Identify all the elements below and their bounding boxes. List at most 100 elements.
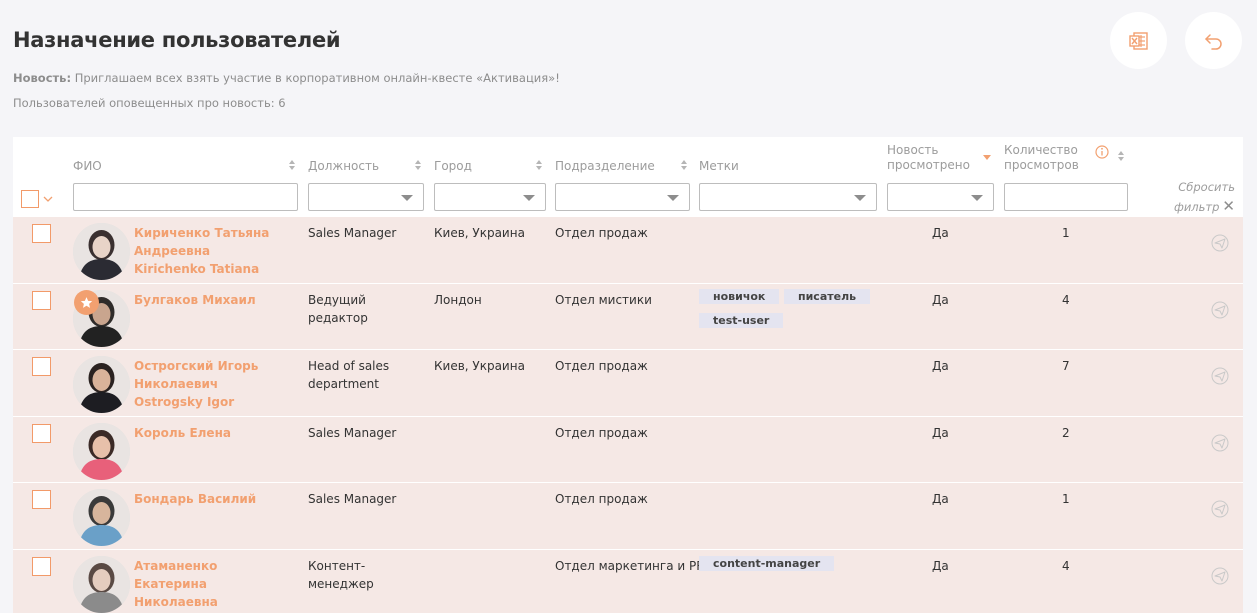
avatar[interactable] — [73, 556, 130, 613]
send-notification-icon[interactable] — [1210, 566, 1230, 586]
column-header-position[interactable]: Должность — [308, 159, 379, 174]
news-viewed-cell: Да — [932, 293, 949, 307]
user-name-line: Андреевна — [134, 244, 211, 258]
avatar[interactable] — [73, 223, 130, 280]
department-cell: Отдел мистики — [555, 293, 652, 307]
views-count-cell: 1 — [1062, 226, 1070, 240]
position-cell: Head of sales department — [308, 359, 390, 391]
table-row: Бондарь Василий Sales Manager Отдел продаж… — [13, 482, 1243, 549]
sort-icon[interactable] — [535, 159, 543, 171]
city-cell: Киев, Украина — [434, 359, 525, 373]
news-viewed-filter-select[interactable] — [887, 183, 994, 211]
fio-filter-input[interactable] — [73, 183, 298, 211]
position-cell: Контент-менеджер — [308, 559, 374, 591]
user-name-line: Бондарь Василий — [134, 492, 257, 506]
sort-icon[interactable] — [414, 159, 422, 171]
table-header: ФИО Должность Город Подразделение Метки … — [13, 137, 1243, 216]
news-text: Приглашаем всех взять участие в корпорат… — [74, 71, 560, 85]
position-cell: Sales Manager — [308, 492, 397, 506]
users-table: ФИО Должность Город Подразделение Метки … — [13, 137, 1243, 613]
views-count-line-2: просмотров — [1004, 158, 1079, 172]
dropdown-caret-icon — [667, 195, 679, 201]
avatar[interactable] — [73, 356, 130, 413]
sort-icon[interactable] — [680, 159, 688, 171]
sort-icon[interactable] — [288, 159, 296, 171]
department-filter-select[interactable] — [555, 183, 690, 211]
city-cell: Киев, Украина — [434, 226, 525, 240]
city-cell: Лондон — [434, 293, 482, 307]
news-viewed-cell: Да — [932, 226, 949, 240]
row-checkbox[interactable] — [32, 424, 51, 443]
news-viewed-line-1: Новость — [887, 143, 939, 157]
views-count-cell: 1 — [1062, 492, 1070, 506]
news-line: Новость: Приглашаем всех взять участие в… — [13, 71, 560, 85]
user-name-line: Николаевна — [134, 595, 218, 609]
news-viewed-cell: Да — [932, 492, 949, 506]
row-checkbox[interactable] — [32, 357, 51, 376]
tag-badge[interactable]: content-manager — [699, 556, 835, 571]
row-checkbox[interactable] — [32, 224, 51, 243]
news-viewed-cell: Да — [932, 559, 949, 573]
tag-badge[interactable]: test-user — [699, 313, 784, 328]
city-filter-select[interactable] — [434, 183, 546, 211]
views-count-line-1: Количество — [1004, 143, 1078, 157]
avatar[interactable] — [73, 423, 130, 480]
user-name-link[interactable]: Острогский Игорь Николаевич Ostrogsky Igor — [134, 357, 294, 411]
user-name-line: Король Елена — [134, 426, 231, 440]
send-notification-icon[interactable] — [1210, 366, 1230, 386]
sort-desc-icon[interactable] — [983, 155, 991, 161]
send-notification-icon[interactable] — [1210, 233, 1230, 253]
user-name-link[interactable]: Король Елена — [134, 424, 294, 442]
column-header-department[interactable]: Подразделение — [555, 159, 655, 174]
send-notification-icon[interactable] — [1210, 499, 1230, 519]
chevron-down-icon[interactable] — [43, 195, 53, 203]
tag-badge[interactable]: новичок — [699, 289, 780, 304]
views-count-filter-input[interactable] — [1004, 183, 1128, 211]
select-all-checkbox[interactable] — [21, 190, 39, 208]
user-name-link[interactable]: Бондарь Василий — [134, 490, 294, 508]
dropdown-caret-icon — [401, 195, 413, 201]
user-name-line: Булгаков Михаил — [134, 293, 256, 307]
views-count-cell: 7 — [1062, 359, 1070, 373]
department-cell: Отдел продаж — [555, 426, 648, 440]
position-cell: Sales Manager — [308, 226, 397, 240]
column-header-tags: Метки — [699, 159, 739, 173]
column-header-news-viewed[interactable]: Новость просмотрено — [887, 143, 970, 173]
user-name-link[interactable]: Булгаков Михаил — [134, 291, 294, 309]
send-notification-icon[interactable] — [1210, 433, 1230, 453]
position-cell: Sales Manager — [308, 426, 397, 440]
avatar[interactable] — [73, 489, 130, 546]
dropdown-caret-icon — [523, 195, 535, 201]
dropdown-caret-icon — [854, 195, 866, 201]
news-viewed-cell: Да — [932, 359, 949, 373]
notified-count: Пользователей оповещенных про новость: 6 — [13, 96, 286, 110]
user-name-line: Атаманенко Екатерина — [134, 559, 218, 591]
department-cell: Отдел продаж — [555, 359, 648, 373]
row-checkbox[interactable] — [32, 291, 51, 310]
column-header-views-count[interactable]: Количество просмотров — [1004, 143, 1079, 173]
user-name-link[interactable]: Атаманенко ЕкатеринаНиколаевнаAtamanenko… — [134, 557, 294, 613]
table-row: Кириченко Татьяна Андреевна Kirichenko Tat… — [13, 216, 1243, 283]
position-filter-select[interactable] — [308, 183, 424, 211]
user-name-line: Кириченко Татьяна — [134, 226, 270, 240]
tag-badge[interactable]: писатель — [784, 289, 871, 304]
info-icon[interactable] — [1095, 145, 1109, 159]
sort-icon[interactable] — [1117, 150, 1125, 162]
user-name-line: Николаевич — [134, 377, 219, 391]
tags-filter-select[interactable] — [699, 183, 877, 211]
close-icon: ✕ — [1222, 197, 1235, 215]
reset-filter-button[interactable]: Сбросить фильтр ✕ — [1174, 178, 1235, 217]
back-button[interactable] — [1185, 12, 1242, 69]
user-name-link[interactable]: Кириченко Татьяна Андреевна Kirichenko Tat… — [134, 224, 294, 278]
send-notification-icon[interactable] — [1210, 300, 1230, 320]
news-viewed-line-2: просмотрено — [887, 158, 970, 172]
position-cell: Ведущий редактор — [308, 293, 368, 325]
reset-filter-line-2: фильтр — [1173, 200, 1220, 214]
row-checkbox[interactable] — [32, 490, 51, 509]
reset-filter-line-1: Сбросить — [1178, 180, 1235, 194]
user-name-line: Острогский Игорь — [134, 359, 259, 373]
column-header-city[interactable]: Город — [434, 159, 472, 174]
column-header-fio[interactable]: ФИО — [73, 159, 102, 174]
excel-export-button[interactable] — [1110, 12, 1167, 69]
row-checkbox[interactable] — [32, 557, 51, 576]
